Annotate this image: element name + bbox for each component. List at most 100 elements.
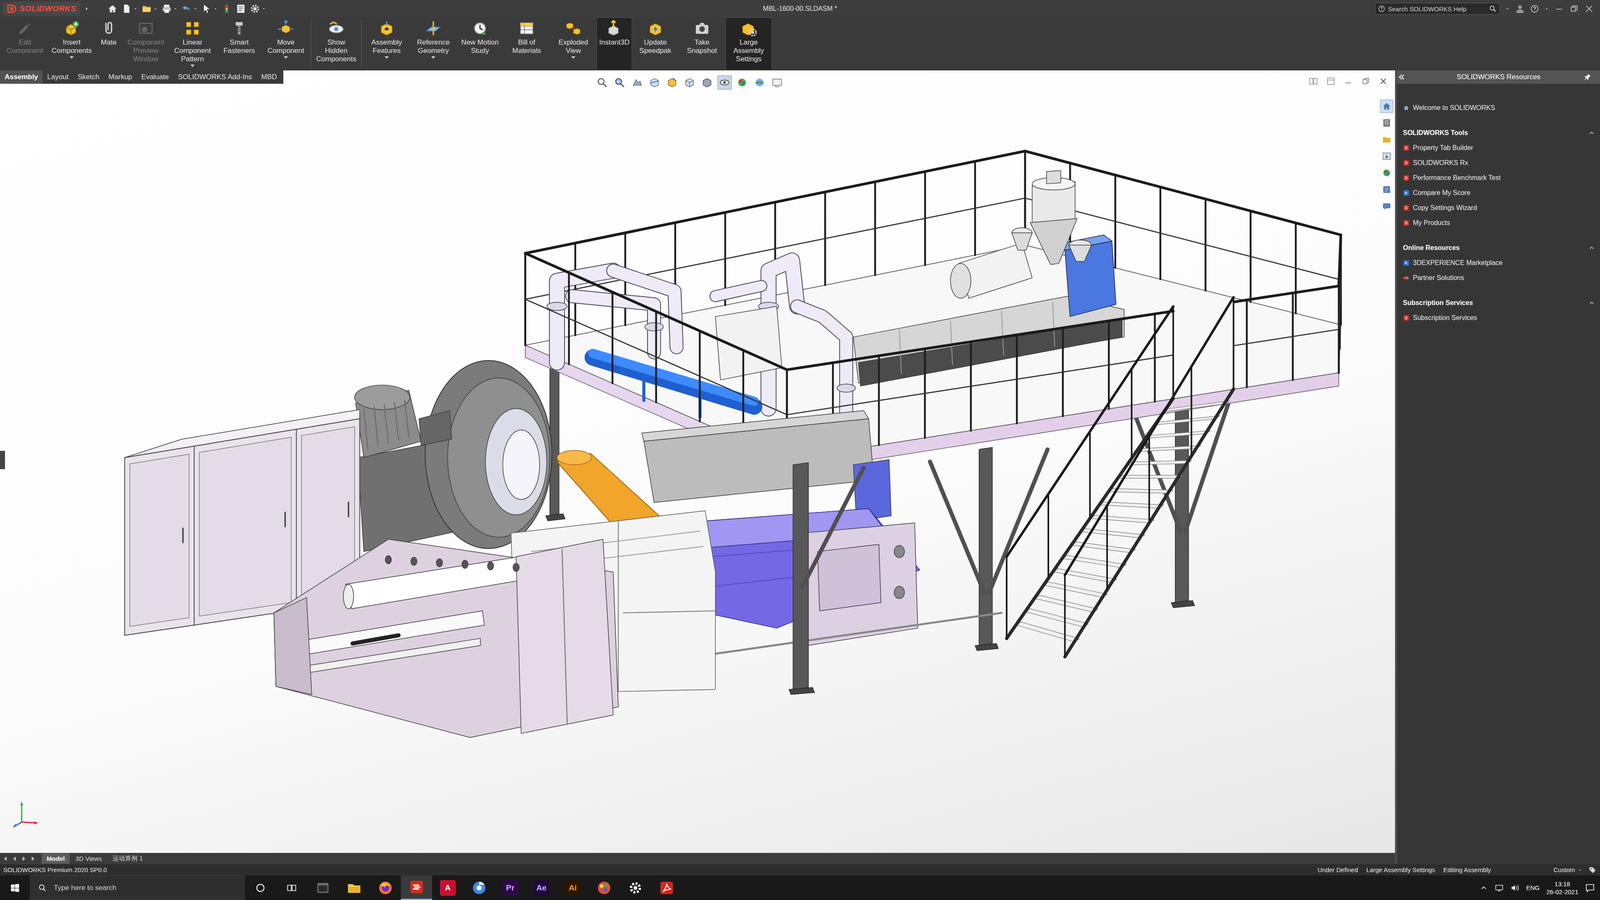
taskbar-app[interactable] [650, 875, 683, 900]
edit-appearance-icon[interactable] [736, 76, 748, 89]
explorer-icon[interactable] [346, 880, 362, 896]
section-header[interactable]: SOLIDWORKS Tools [1402, 125, 1595, 141]
dropdown-arrow[interactable] [571, 56, 576, 59]
open-folder-button[interactable] [141, 3, 158, 15]
task-view-button[interactable] [275, 875, 308, 900]
dynamic-annotation-button[interactable] [665, 75, 680, 90]
task-view-icon[interactable] [286, 882, 298, 894]
undo-button[interactable] [181, 3, 198, 15]
dynamic-annotation-icon[interactable] [666, 76, 678, 89]
resource-link[interactable]: Subscription Services [1402, 310, 1595, 326]
home-icon[interactable] [107, 3, 118, 15]
start-button[interactable] [0, 875, 30, 900]
front-leg[interactable] [789, 462, 864, 695]
resource-link[interactable]: Copy Settings Wizard [1402, 200, 1595, 216]
tab[interactable]: Sketch [72, 70, 104, 84]
resource-text[interactable]: Property Tab Builder [1412, 144, 1474, 152]
resource-text[interactable]: Performance Benchmark Test [1412, 174, 1501, 182]
move-component-icon[interactable] [277, 20, 295, 37]
resource-text[interactable]: Partner Solutions [1412, 274, 1465, 282]
show-hidden-icon[interactable] [327, 20, 345, 37]
scroll-first-icon[interactable] [1, 855, 10, 863]
taskbar-search[interactable] [30, 875, 245, 900]
command-button[interactable]: Show Hidden Components [312, 17, 360, 71]
taskbar-search-input[interactable] [52, 883, 245, 893]
command-button[interactable]: Large Assembly Settings [725, 17, 773, 71]
command-button[interactable]: Insert Components [48, 17, 95, 71]
undo-icon[interactable] [181, 3, 193, 15]
taskbar-app[interactable] [463, 875, 495, 900]
command-button[interactable]: Smart Fasteners [215, 17, 263, 71]
viewport-split-icon[interactable] [1325, 76, 1336, 87]
insert-components-icon[interactable] [63, 20, 80, 37]
doc-restore-icon[interactable] [1360, 76, 1371, 87]
command-button[interactable]: Take Snapshot [678, 17, 726, 71]
cortana-icon[interactable] [255, 882, 266, 894]
piping[interactable] [546, 260, 856, 430]
command-button[interactable]: Update Speedpak [632, 17, 679, 71]
design-library-tab[interactable] [1380, 116, 1394, 130]
resource-link[interactable]: My Products [1402, 215, 1595, 231]
appearances-icon[interactable] [1381, 167, 1392, 178]
command-button[interactable]: Move Component [262, 17, 310, 71]
front-railing[interactable] [525, 235, 1341, 460]
scroll-last-icon[interactable] [29, 855, 37, 863]
resource-text[interactable]: 3DEXPERIENCE Marketplace [1412, 259, 1503, 267]
home-button[interactable] [107, 3, 118, 15]
model-tab[interactable]: 运动算例 1 [107, 852, 148, 865]
view-palette-icon[interactable] [1381, 151, 1392, 162]
zoom-area-icon[interactable] [613, 76, 626, 89]
section-header[interactable]: Online Resources [1402, 240, 1595, 256]
model-tab[interactable]: Model [41, 853, 70, 864]
take-snapshot-icon[interactable] [693, 20, 711, 37]
clock[interactable]: 13:1826-02-2021 [1546, 880, 1579, 896]
settings-icon[interactable] [627, 880, 643, 896]
scroll-previous-icon[interactable] [10, 855, 19, 863]
custom-properties-icon[interactable] [1381, 184, 1392, 195]
taskbar-app[interactable]: Ae [525, 875, 558, 900]
paint-icon[interactable] [596, 880, 612, 896]
app-glyph-icon[interactable]: Pr [502, 880, 519, 896]
close-icon[interactable] [1584, 3, 1595, 14]
firefox-icon[interactable] [377, 880, 393, 896]
file-properties-icon[interactable] [235, 3, 247, 15]
section-view-button[interactable] [647, 75, 662, 90]
dropdown-arrow-icon[interactable] [152, 4, 158, 13]
resource-text[interactable]: My Products [1412, 219, 1450, 227]
forum-icon[interactable] [1381, 201, 1392, 212]
windows-logo-icon[interactable] [9, 882, 21, 894]
hide-show-items-button[interactable] [717, 75, 732, 90]
model-tab[interactable]: 3D Views [70, 853, 107, 864]
taskbar-app[interactable]: A [432, 875, 464, 900]
welcome-link[interactable]: Welcome to SOLIDWORKS [1402, 100, 1595, 116]
view-settings-button[interactable] [770, 75, 785, 90]
smart-fasteners-icon[interactable] [230, 20, 248, 37]
dropdown-arrow-icon[interactable] [172, 4, 178, 13]
menu-arrow-icon[interactable] [83, 4, 90, 13]
network-icon[interactable] [1494, 883, 1504, 893]
previous-view-button[interactable] [630, 75, 645, 90]
home-icon[interactable] [1381, 101, 1392, 112]
doc-minimize-icon[interactable] [1343, 76, 1354, 87]
taskbar-app[interactable] [307, 875, 339, 900]
select-pointer-button[interactable] [201, 3, 218, 15]
select-pointer-icon[interactable] [201, 3, 213, 15]
zoom-area-button[interactable] [612, 75, 627, 90]
resource-link[interactable]: 3DEXPERIENCE Marketplace [1402, 255, 1595, 271]
app-glyph-icon[interactable]: Ai [565, 880, 581, 896]
browser-icon[interactable] [471, 880, 487, 896]
design-library-icon[interactable] [1381, 117, 1392, 128]
winder[interactable] [273, 539, 619, 738]
units-selector[interactable]: Custom [1553, 866, 1575, 874]
taskbar-app[interactable]: Ai [557, 875, 589, 900]
dropdown-arrow-icon[interactable] [132, 4, 138, 13]
magnifier-icon[interactable] [1488, 4, 1498, 13]
forum-tab[interactable] [1380, 199, 1394, 213]
scroll-next-icon[interactable] [20, 855, 28, 863]
search-dropdown-icon[interactable] [1505, 4, 1510, 13]
zoom-to-fit-icon[interactable] [596, 76, 608, 89]
tab[interactable]: SOLIDWORKS Add-Ins [173, 70, 257, 84]
assembly-model[interactable] [0, 70, 1395, 853]
input-language[interactable]: ENG [1526, 884, 1540, 892]
resource-link[interactable]: Partner Solutions [1402, 270, 1595, 286]
